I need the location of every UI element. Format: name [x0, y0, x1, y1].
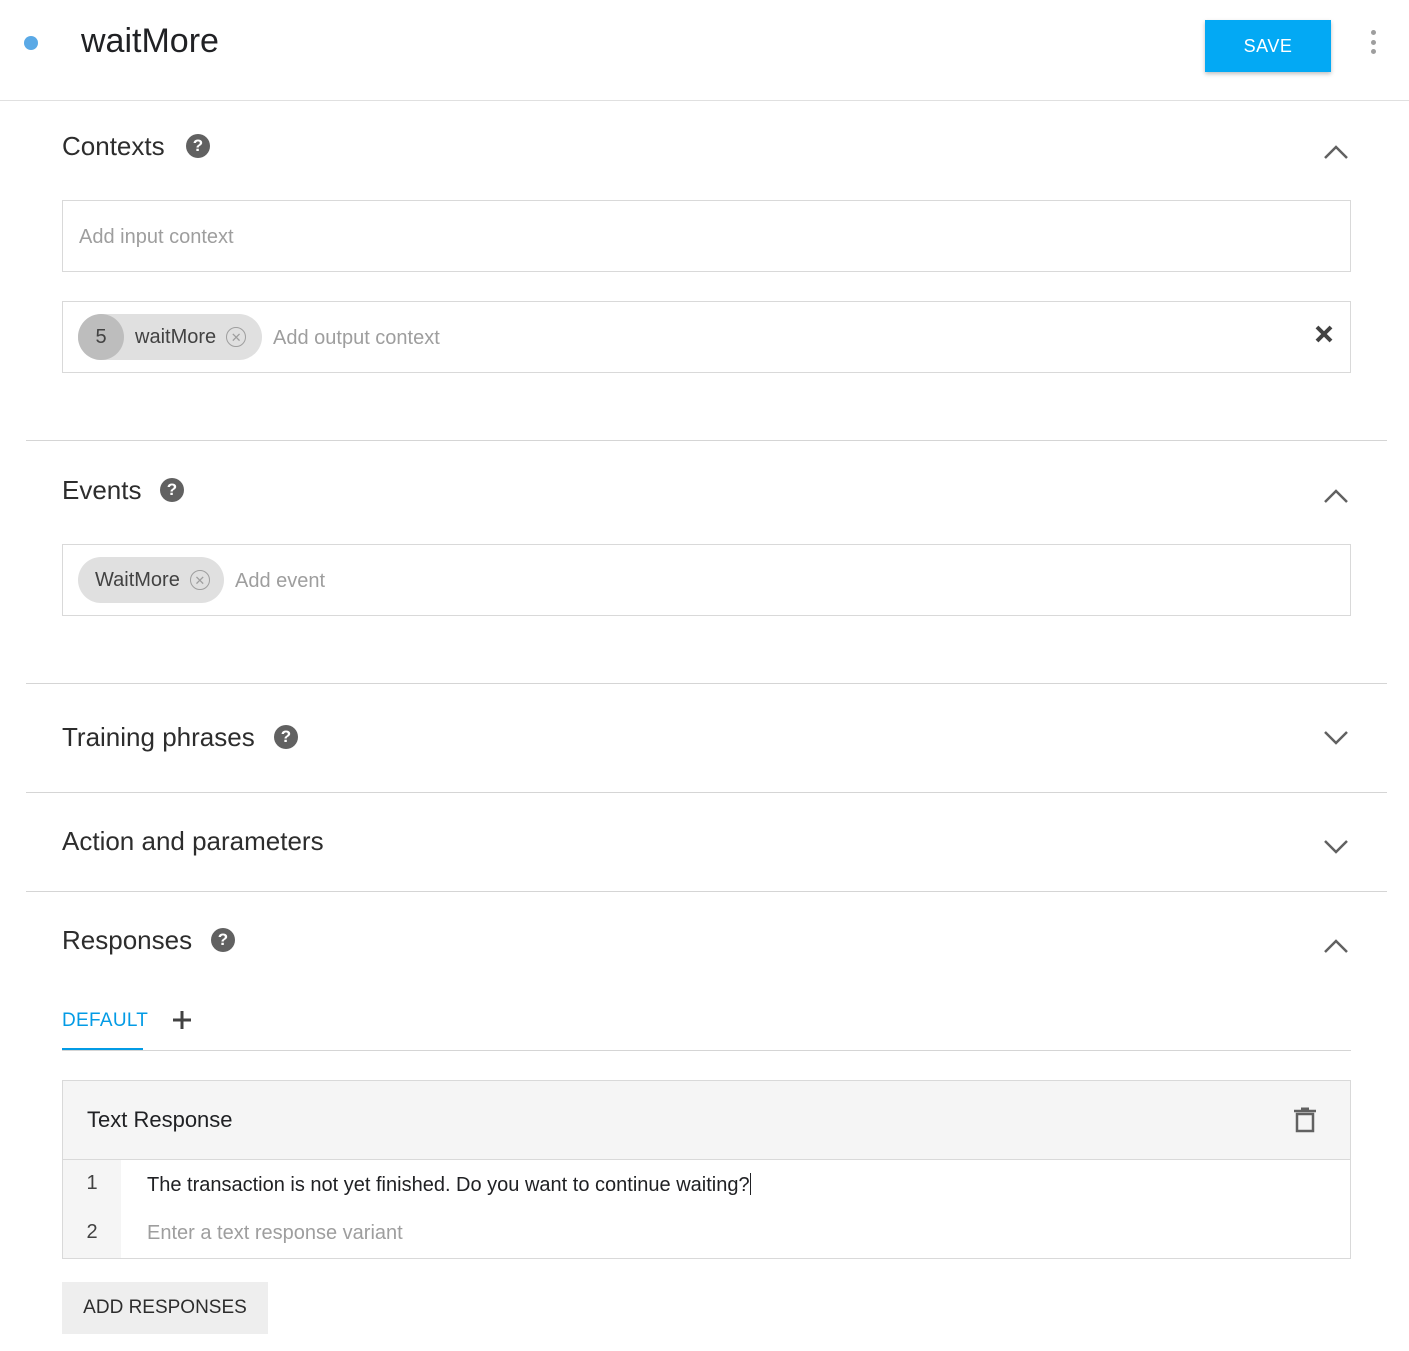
intent-editor: waitMore SAVE Contexts ? Add input conte…	[0, 0, 1409, 1351]
add-responses-button[interactable]: ADD RESPONSES	[62, 1282, 268, 1334]
responses-help-icon[interactable]: ?	[211, 928, 235, 952]
section-divider	[26, 792, 1387, 793]
context-lifespan[interactable]: 5	[78, 314, 124, 360]
event-chip-label: WaitMore	[95, 568, 180, 591]
response-row-number: 1	[86, 1172, 98, 1194]
save-button[interactable]: SAVE	[1205, 20, 1331, 72]
training-phrases-title[interactable]: Training phrases	[62, 721, 255, 753]
response-row-number: 2	[86, 1221, 98, 1243]
text-response-title: Text Response	[87, 1107, 233, 1132]
section-divider	[26, 891, 1387, 892]
responses-title: Responses	[62, 925, 193, 955]
response-variant-input[interactable]: The transaction is not yet finished. Do …	[147, 1173, 751, 1197]
chevron-up-icon[interactable]	[1322, 142, 1350, 162]
response-variant-text: The transaction is not yet finished. Do …	[147, 1174, 750, 1196]
contexts-title: Contexts	[62, 131, 165, 161]
clear-contexts-icon[interactable]	[1313, 323, 1335, 345]
chevron-down-icon[interactable]	[1322, 728, 1350, 748]
add-tab-icon[interactable]	[170, 1008, 194, 1032]
context-chip-label: waitMore	[135, 325, 217, 348]
chevron-up-icon[interactable]	[1322, 936, 1350, 956]
chevron-down-icon[interactable]	[1322, 837, 1350, 857]
response-variant-placeholder[interactable]: Enter a text response variant	[147, 1221, 403, 1245]
events-help-icon[interactable]: ?	[160, 478, 184, 502]
intent-name[interactable]: waitMore	[81, 20, 219, 62]
contexts-help-icon[interactable]: ?	[186, 134, 210, 158]
event-chip[interactable]: WaitMore ✕	[78, 557, 224, 603]
intent-header: waitMore SAVE	[0, 0, 1409, 101]
chip-remove-icon[interactable]: ✕	[189, 570, 210, 590]
input-context-field[interactable]: Add input context	[62, 200, 1351, 272]
section-divider	[26, 683, 1387, 684]
training-phrases-help-icon[interactable]: ?	[274, 725, 298, 749]
events-title: Events	[62, 475, 142, 505]
event-placeholder: Add event	[235, 570, 326, 592]
input-context-placeholder: Add input context	[79, 226, 234, 248]
chevron-up-icon[interactable]	[1322, 486, 1350, 506]
events-field[interactable]: WaitMore ✕ Add event	[62, 544, 1351, 616]
tab-default[interactable]: DEFAULT	[62, 1010, 148, 1032]
output-context-field[interactable]: 5 waitMore ✕ Add output context	[62, 301, 1351, 373]
output-context-placeholder: Add output context	[273, 327, 440, 349]
text-response-header: Text Response	[63, 1081, 1350, 1160]
section-divider	[26, 440, 1387, 441]
chip-remove-icon[interactable]: ✕	[226, 327, 247, 347]
status-dot	[24, 36, 38, 50]
text-response-card: Text Response 1 The transaction is not y…	[62, 1080, 1351, 1259]
tabs-divider	[62, 1050, 1351, 1051]
delete-icon[interactable]	[1293, 1107, 1317, 1133]
more-vert-icon[interactable]	[1364, 30, 1382, 54]
output-context-chip[interactable]: 5 waitMore ✕	[78, 314, 262, 360]
action-parameters-title[interactable]: Action and parameters	[62, 825, 324, 857]
text-cursor	[749, 1173, 751, 1195]
